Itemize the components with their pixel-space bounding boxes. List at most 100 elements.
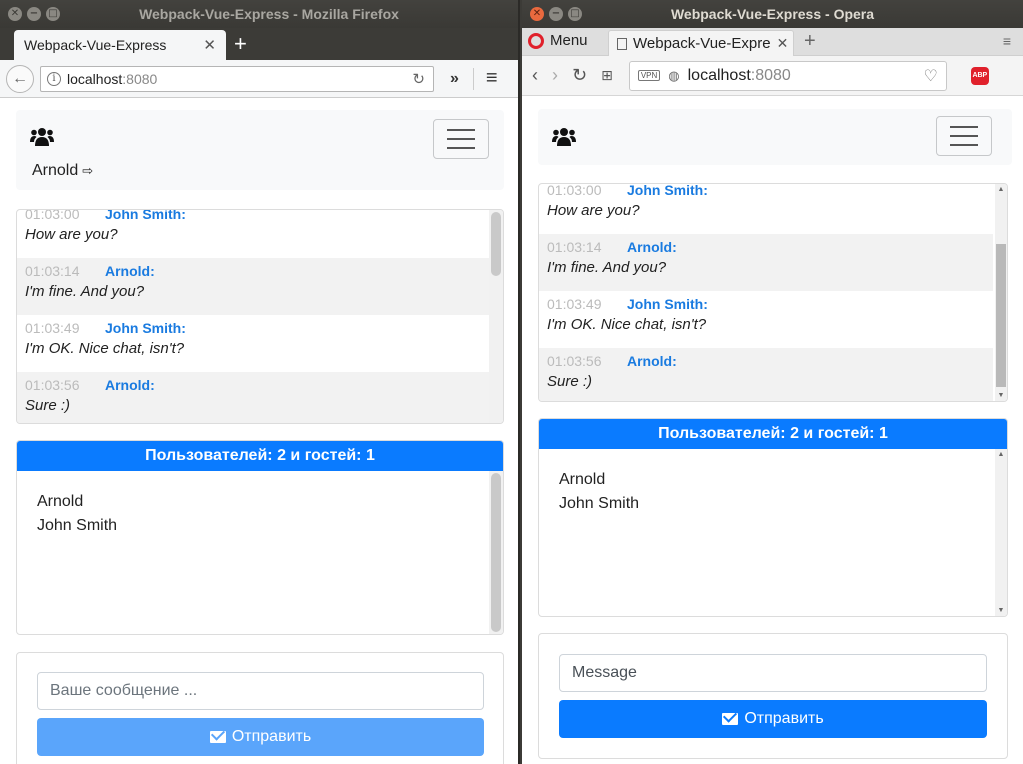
users-panel: Пользователей: 2 и гостей: 1 Arnold John… xyxy=(538,418,1008,617)
tab-title: Webpack-Vue-Expre xyxy=(633,35,771,52)
users-list[interactable]: Arnold John Smith xyxy=(17,471,503,634)
message-form: Ваше сообщение ... Отправить xyxy=(16,652,504,764)
vpn-icon[interactable]: VPN xyxy=(637,70,661,81)
forward-icon[interactable]: › xyxy=(552,65,558,86)
chat-messages[interactable]: 01:03:00 John Smith: How are you? 01:03:… xyxy=(538,183,1008,402)
scroll-down-arrow-icon[interactable]: ▼ xyxy=(995,392,1007,399)
message-author: Arnold: xyxy=(105,377,155,393)
message-author: John Smith: xyxy=(105,320,186,336)
message-item: 01:03:00 John Smith: How are you? xyxy=(539,183,993,234)
url-bar[interactable]: VPN ◍ localhost:8080 ♡ xyxy=(628,60,947,91)
page-content: Arnold ⇨ 01:03:00 John Smith: How are yo… xyxy=(0,100,518,764)
scroll-down-arrow-icon[interactable]: ▼ xyxy=(995,607,1007,614)
url-port: :8080 xyxy=(122,70,158,87)
logout-link[interactable]: Arnold ⇨ xyxy=(32,162,93,180)
app-navbar xyxy=(538,109,1012,165)
back-icon[interactable]: ‹ xyxy=(532,65,538,86)
scroll-up-arrow-icon[interactable]: ▲ xyxy=(995,451,1007,458)
tab-close-icon[interactable]: ✕ xyxy=(203,36,216,54)
envelope-icon xyxy=(209,731,226,743)
message-input[interactable]: Ваше сообщение ... xyxy=(37,672,484,710)
adblock-icon[interactable]: ABP xyxy=(970,66,989,85)
page-content: 01:03:00 John Smith: How are you? 01:03:… xyxy=(522,101,1023,764)
users-count-header: Пользователей: 2 и гостей: 1 xyxy=(17,441,503,471)
message-item: 01:03:56 Arnold: Sure :) xyxy=(539,348,993,401)
new-tab-icon[interactable]: + xyxy=(234,31,247,57)
speed-dial-icon[interactable]: ⊞ xyxy=(601,67,613,84)
message-input[interactable]: Message xyxy=(559,654,987,692)
chat-scrollbar[interactable] xyxy=(489,210,503,423)
tab-strip: Webpack-Vue-Express ✕ + xyxy=(0,28,518,60)
user-item: John Smith xyxy=(559,495,640,512)
reload-icon[interactable]: ↻ xyxy=(572,65,587,86)
message-text: I'm fine. And you? xyxy=(25,283,145,300)
users-scrollbar[interactable] xyxy=(489,471,503,634)
globe-icon: ◍ xyxy=(668,67,680,83)
chat-scrollbar[interactable]: ▲ ▼ xyxy=(995,184,1007,401)
browser-tab[interactable]: Webpack-Vue-Express ✕ xyxy=(14,30,226,60)
users-panel: Пользователей: 2 и гостей: 1 Arnold John… xyxy=(16,440,504,635)
opera-window: ✕ − □ Webpack-Vue-Express - Opera Menu W… xyxy=(522,0,1023,764)
message-text: Sure :) xyxy=(547,373,593,390)
users-list[interactable]: Arnold John Smith ▲ ▼ xyxy=(539,449,1007,616)
users-icon[interactable] xyxy=(552,126,576,148)
message-time: 01:03:56 xyxy=(25,377,80,393)
nav-toolbar: ‹ › ↻ ⊞ VPN ◍ localhost:8080 ♡ ABP xyxy=(522,56,1023,96)
message-text: How are you? xyxy=(547,202,640,219)
hamburger-menu-icon[interactable]: ≡ xyxy=(486,67,498,90)
message-author: Arnold: xyxy=(627,239,677,255)
message-time: 01:03:14 xyxy=(547,239,602,255)
chat-messages[interactable]: 01:03:00 John Smith: How are you? 01:03:… xyxy=(16,209,504,424)
message-time: 01:03:56 xyxy=(547,353,602,369)
message-author: John Smith: xyxy=(627,296,708,312)
chat-scroll-thumb[interactable] xyxy=(996,244,1006,387)
site-info-icon[interactable]: i xyxy=(47,71,61,86)
envelope-icon xyxy=(722,713,739,725)
message-item: 01:03:14 Arnold: I'm fine. And you? xyxy=(539,234,993,291)
firefox-titlebar: ✕ − □ Webpack-Vue-Express - Mozilla Fire… xyxy=(0,0,518,28)
window-title: Webpack-Vue-Express - Opera xyxy=(670,6,875,22)
new-tab-icon[interactable]: + xyxy=(804,30,816,53)
overflow-chevron-icon[interactable]: » xyxy=(450,70,459,88)
nav-toolbar: ← i localhost:8080 ↻ » ≡ xyxy=(0,60,518,98)
message-time: 01:03:00 xyxy=(547,183,602,198)
navbar-toggler-button[interactable] xyxy=(936,116,992,156)
send-button-label: Отправить xyxy=(231,728,312,745)
message-text: I'm fine. And you? xyxy=(547,259,667,276)
user-item: John Smith xyxy=(37,517,118,534)
firefox-window: ✕ − □ Webpack-Vue-Express - Mozilla Fire… xyxy=(0,0,520,764)
message-author: Arnold: xyxy=(105,263,155,279)
opera-logo-icon xyxy=(528,32,544,49)
browser-tab[interactable]: Webpack-Vue-Expre ✕ xyxy=(608,30,794,56)
tab-title: Webpack-Vue-Express xyxy=(24,37,167,53)
opera-menu-label: Menu xyxy=(550,32,588,49)
message-item: 01:03:56 Arnold: Sure :) xyxy=(17,372,489,423)
opera-menu-button[interactable]: Menu xyxy=(528,32,588,49)
tab-menu-icon[interactable]: ≡ xyxy=(1003,33,1011,49)
toolbar-divider xyxy=(472,67,474,90)
bookmark-heart-icon[interactable]: ♡ xyxy=(923,66,937,86)
back-button[interactable]: ← xyxy=(6,64,34,93)
send-button[interactable]: Отправить xyxy=(559,700,987,738)
navbar-toggler-button[interactable] xyxy=(433,119,489,159)
opera-titlebar: ✕ − □ Webpack-Vue-Express - Opera xyxy=(522,0,1023,28)
users-scrollbar[interactable]: ▲ ▼ xyxy=(995,449,1007,616)
chat-scroll-thumb[interactable] xyxy=(491,212,501,276)
scroll-up-arrow-icon[interactable]: ▲ xyxy=(995,186,1007,193)
message-item: 01:03:49 John Smith: I'm OK. Nice chat, … xyxy=(539,291,993,348)
message-author: Arnold: xyxy=(627,353,677,369)
send-button-label: Отправить xyxy=(744,710,824,727)
message-text: How are you? xyxy=(25,226,118,243)
window-title: Webpack-Vue-Express - Mozilla Firefox xyxy=(139,6,399,22)
send-button[interactable]: Отправить xyxy=(37,718,484,756)
user-item: Arnold xyxy=(559,471,606,488)
url-host: localhost xyxy=(67,70,123,87)
reload-icon[interactable]: ↻ xyxy=(412,70,425,88)
users-scroll-thumb[interactable] xyxy=(491,473,501,632)
users-icon[interactable] xyxy=(30,126,54,148)
message-item: 01:03:14 Arnold: I'm fine. And you? xyxy=(17,258,489,315)
current-user-name: Arnold xyxy=(32,162,79,179)
tab-close-icon[interactable]: ✕ xyxy=(777,35,789,52)
message-time: 01:03:14 xyxy=(25,263,80,279)
url-bar[interactable]: i localhost:8080 ↻ xyxy=(40,65,434,92)
